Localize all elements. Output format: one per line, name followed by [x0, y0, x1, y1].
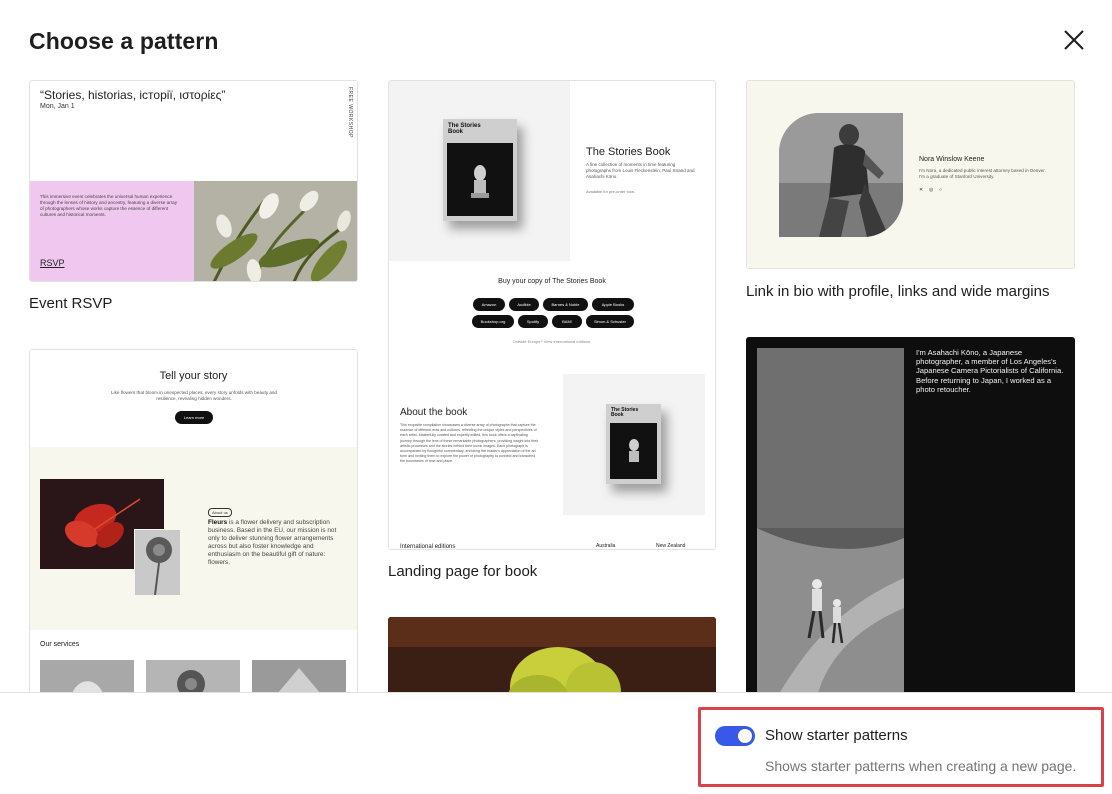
rsvp-preview-vertical-text: FREE WORKSHOP	[347, 87, 353, 138]
story-preview-title: Tell your story	[159, 370, 228, 382]
book-preview-about-title: About the book	[400, 407, 468, 418]
book-preview-store-pill: Spotify	[518, 315, 548, 328]
book-preview-store-pill: Simon & Schuster	[586, 315, 634, 328]
pattern-preview-link-in-bio[interactable]: Nora Winslow Keene I'm Nora, a dedicated…	[746, 80, 1075, 269]
x-icon: ✕	[919, 187, 924, 193]
book-preview-about-image: The Stories Book	[563, 374, 705, 515]
modal-footer: Show starter patterns Shows starter patt…	[0, 692, 1112, 794]
rsvp-preview-title: “Stories, historias, історії, ιστορίες”	[40, 88, 226, 102]
toggle-help-text: Shows starter patterns when creating a n…	[765, 758, 1077, 774]
rsvp-preview-description: This immersive event celebrates the univ…	[40, 194, 178, 217]
story-preview-text-body: is a flower delivery and subscription bu…	[208, 519, 337, 566]
book-preview-country: Australia	[596, 543, 616, 549]
bio-preview-description: I'm Nora, a dedicated public interest at…	[919, 168, 1046, 180]
book-preview-intl-title: International editions	[400, 544, 456, 550]
photographer-preview-photo	[757, 348, 904, 692]
show-starter-patterns-toggle[interactable]	[715, 726, 755, 746]
book-preview-hero-small: Available for pre-order now.	[586, 189, 635, 194]
toggle-label: Show starter patterns	[765, 727, 908, 744]
bio-preview-name: Nora Winslow Keene	[919, 156, 985, 163]
highlight-box	[698, 707, 1104, 787]
story-preview-subtitle: Like flowers that bloom in unexpected pl…	[111, 390, 277, 401]
pattern-card-photographer[interactable]: I'm Asahachi Kōno, a Japanese photograph…	[746, 337, 1075, 692]
book-preview-cover-title-small: The Stories Book	[611, 407, 639, 418]
pattern-card-tell-your-story[interactable]: Tell your story Like flowers that bloom …	[29, 349, 358, 692]
book-preview-hero-title: The Stories Book	[586, 146, 671, 158]
bio-preview-profile-photo	[779, 113, 903, 237]
pattern-card-yellow-flower[interactable]	[388, 617, 716, 692]
modal-title: Choose a pattern	[29, 28, 219, 54]
book-preview-store-pill: BAM!	[552, 315, 582, 328]
pattern-preview-yellow-flower[interactable]	[388, 617, 716, 692]
rsvp-preview-link: RSVP	[40, 258, 65, 268]
book-preview-cover: The Stories Book	[443, 119, 517, 221]
story-preview-button: Learn more	[175, 411, 213, 424]
pattern-card-link-in-bio[interactable]: Nora Winslow Keene I'm Nora, a dedicated…	[746, 80, 1075, 305]
toggle-knob	[738, 729, 752, 743]
book-preview-store-pill: Audible	[509, 298, 539, 311]
pattern-card-event-rsvp[interactable]: “Stories, historias, історії, ιστορίες” …	[29, 80, 358, 320]
pattern-preview-photographer[interactable]: I'm Asahachi Kōno, a Japanese photograph…	[746, 337, 1075, 692]
close-button[interactable]	[1058, 24, 1090, 56]
book-preview-hero-image: The Stories Book	[389, 81, 570, 261]
instagram-icon: ◎	[929, 187, 934, 193]
story-preview-service-image	[146, 660, 240, 692]
book-preview-store-pill: Bookshop.org	[472, 315, 514, 328]
story-preview-tag: About us	[208, 508, 232, 517]
book-preview-cover-small: The Stories Book	[606, 404, 661, 484]
rsvp-preview-lily-photo	[194, 181, 357, 281]
pattern-preview-tell-your-story[interactable]: Tell your story Like flowers that bloom …	[29, 349, 358, 692]
pattern-preview-landing-book[interactable]: The Stories Book The Stories Book A fine…	[388, 80, 716, 550]
book-preview-store-pill: Apple Books	[592, 298, 634, 311]
book-preview-outside-text: Outside Europe? View international editi…	[512, 339, 592, 344]
story-preview-service-image	[40, 660, 134, 692]
book-preview-store-pill: Barnes & Noble	[543, 298, 588, 311]
book-preview-buy-title: Buy your copy of The Stories Book	[498, 278, 606, 285]
pattern-preview-event-rsvp[interactable]: “Stories, historias, історії, ιστορίες” …	[29, 80, 358, 282]
book-preview-hero-description: A fine collection of moments in time fea…	[586, 162, 695, 179]
whatsapp-icon: ○	[939, 187, 943, 193]
story-preview-text: Fleurs is a flower delivery and subscrip…	[208, 519, 346, 567]
pattern-card-landing-book[interactable]: The Stories Book The Stories Book A fine…	[388, 80, 716, 590]
pattern-grid: “Stories, historias, історії, ιστορίες” …	[0, 80, 1112, 692]
story-preview-text-bold: Fleurs	[208, 519, 228, 526]
pattern-label-landing-book: Landing page for book	[388, 563, 538, 580]
rsvp-preview-info-panel: This immersive event celebrates the univ…	[30, 181, 194, 281]
pattern-label-link-in-bio: Link in bio with profile, links and wide…	[746, 283, 1050, 300]
book-preview-country: New Zealand	[656, 543, 686, 549]
story-preview-service-image	[252, 660, 346, 692]
book-preview-about-text: This exquisite compilation showcases a d…	[400, 423, 539, 464]
close-icon	[1064, 30, 1084, 50]
pattern-label-event-rsvp: Event RSVP	[29, 295, 113, 312]
rsvp-preview-date: Mon, Jan 1	[40, 103, 75, 110]
book-preview-cover-title: The Stories Book	[448, 123, 481, 135]
story-preview-grey-flower	[134, 529, 181, 596]
modal-header: Choose a pattern	[0, 0, 1112, 80]
photographer-preview-text: I'm Asahachi Kōno, a Japanese photograph…	[916, 348, 1064, 394]
book-preview-store-pill: Amazon	[473, 298, 505, 311]
story-preview-services-title: Our services	[40, 641, 80, 648]
